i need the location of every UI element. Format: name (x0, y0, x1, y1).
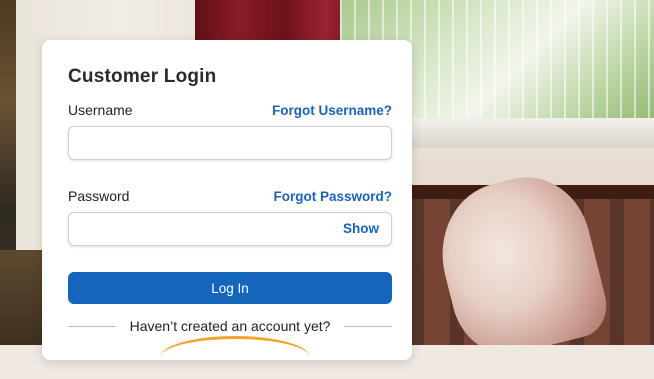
username-input[interactable] (69, 127, 391, 159)
create-account-divider: Haven’t created an account yet? (68, 318, 393, 334)
login-card: Customer Login Username Forgot Username?… (42, 40, 412, 360)
username-field-wrapper (68, 126, 392, 160)
divider-line-right (344, 325, 393, 327)
background-window-sill (400, 118, 654, 148)
background-furniture (0, 250, 45, 345)
login-button[interactable]: Log In (68, 272, 392, 304)
divider-line-left (68, 325, 116, 327)
password-field-wrapper: Show (68, 212, 392, 246)
forgot-username-link[interactable]: Forgot Username? (272, 103, 392, 118)
show-password-button[interactable]: Show (343, 221, 379, 236)
password-label: Password (68, 188, 130, 204)
username-label: Username (68, 102, 133, 118)
username-label-row: Username Forgot Username? (68, 102, 392, 118)
create-account-prompt: Haven’t created an account yet? (129, 318, 331, 334)
password-label-row: Password Forgot Password? (68, 188, 392, 204)
highlight-arc (160, 336, 310, 379)
login-title: Customer Login (68, 66, 217, 87)
forgot-password-link[interactable]: Forgot Password? (273, 189, 392, 204)
